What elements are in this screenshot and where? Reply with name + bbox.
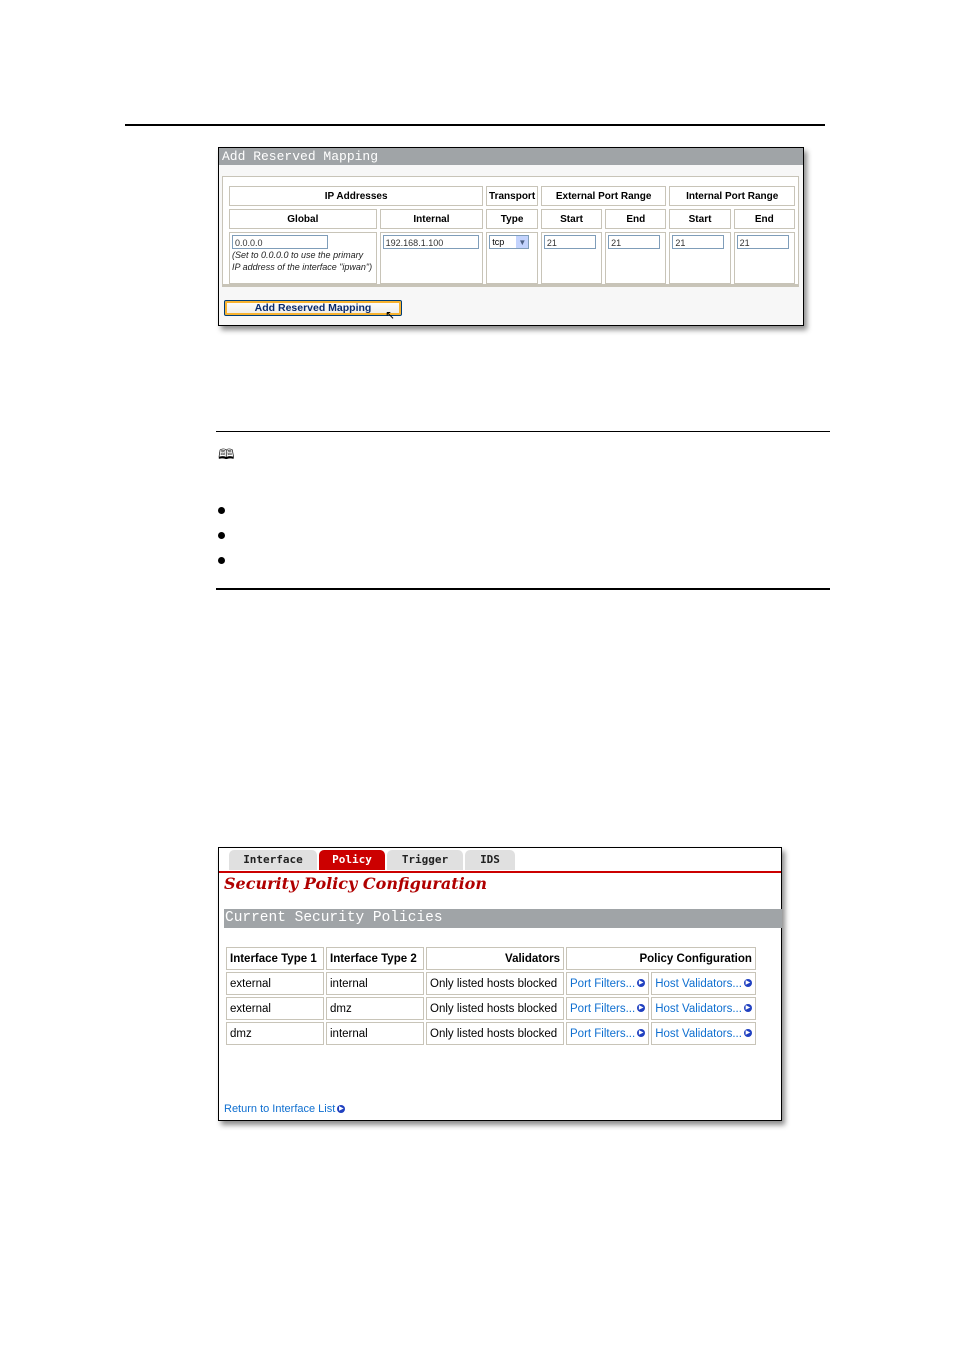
tab-trigger[interactable]: Trigger: [387, 850, 463, 870]
type-cell: tcp ▼: [486, 232, 538, 284]
port-filters-cell: Port Filters... ▶: [566, 997, 650, 1020]
note-bottom-rule: [216, 588, 830, 590]
int-start-cell: 21: [669, 232, 731, 284]
header-int-end: End: [733, 209, 795, 229]
global-note: (Set to 0.0.0.0 to use the primary IP ad…: [232, 250, 373, 272]
validators-cell: Only listed hosts blocked: [426, 972, 564, 995]
tab-interface[interactable]: Interface: [229, 850, 317, 870]
col-interface-type-1: Interface Type 1: [226, 947, 324, 970]
col-validators: Validators: [426, 947, 564, 970]
col-interface-type-2: Interface Type 2: [326, 947, 424, 970]
section-title: Add Reserved Mapping: [219, 148, 803, 165]
arrow-circle-icon[interactable]: ▶: [743, 979, 752, 988]
arrow-circle-icon[interactable]: ▶: [743, 1029, 752, 1038]
transport-type-select[interactable]: tcp ▼: [489, 235, 530, 249]
type1-cell: dmz: [226, 1022, 324, 1045]
type1-cell: external: [226, 972, 324, 995]
host-validators-cell: Host Validators... ▶: [651, 997, 756, 1020]
security-policy-screenshot: Interface Policy Trigger IDS Security Po…: [218, 847, 782, 1121]
policies-table: Interface Type 1 Interface Type 2 Valida…: [224, 945, 758, 1047]
tab-bar: Interface Policy Trigger IDS: [229, 850, 515, 870]
host-validators-link[interactable]: Host Validators...: [655, 978, 742, 990]
book-icon: 🕮: [218, 446, 235, 462]
header-ext-end: End: [605, 209, 667, 229]
mapping-form-panel: IP Addresses Transport External Port Ran…: [222, 176, 799, 287]
header-external-port-range: External Port Range: [540, 186, 667, 206]
table-row: external dmz Only listed hosts blocked P…: [226, 997, 756, 1020]
arrow-circle-icon[interactable]: ▶: [637, 979, 646, 988]
transport-type-value: tcp: [492, 237, 505, 247]
int-end-cell: 21: [733, 232, 795, 284]
port-filters-cell: Port Filters... ▶: [566, 1022, 650, 1045]
validators-cell: Only listed hosts blocked: [426, 1022, 564, 1045]
arrow-circle-icon[interactable]: ▶: [743, 1004, 752, 1013]
type2-cell: dmz: [326, 997, 424, 1020]
port-filters-link[interactable]: Port Filters...: [570, 1028, 635, 1040]
type1-cell: external: [226, 997, 324, 1020]
table-row: external internal Only listed hosts bloc…: [226, 972, 756, 995]
type2-cell: internal: [326, 1022, 424, 1045]
page-top-rule: [125, 124, 825, 126]
port-filters-link[interactable]: Port Filters...: [570, 1003, 635, 1015]
table-row: dmz internal Only listed hosts blocked P…: [226, 1022, 756, 1045]
type2-cell: internal: [326, 972, 424, 995]
int-start-input[interactable]: 21: [672, 235, 725, 249]
bullet-1: [218, 507, 225, 514]
ext-start-cell: 21: [540, 232, 603, 284]
header-internal: Internal: [379, 209, 484, 229]
global-ip-input[interactable]: 0.0.0.0: [232, 235, 328, 249]
arrow-circle-icon[interactable]: ▶: [337, 1105, 346, 1114]
host-validators-link[interactable]: Host Validators...: [655, 1003, 742, 1015]
return-link-label[interactable]: Return to Interface List: [224, 1103, 335, 1115]
bullet-3: [218, 557, 225, 564]
ext-end-input[interactable]: 21: [608, 235, 661, 249]
page-title: Security Policy Configuration: [224, 874, 487, 893]
arrow-circle-icon[interactable]: ▶: [637, 1029, 646, 1038]
tab-underline: [219, 871, 781, 873]
header-type: Type: [486, 209, 538, 229]
validators-cell: Only listed hosts blocked: [426, 997, 564, 1020]
col-policy-configuration: Policy Configuration: [566, 947, 756, 970]
host-validators-link[interactable]: Host Validators...: [655, 1028, 742, 1040]
port-filters-link[interactable]: Port Filters...: [570, 978, 635, 990]
section-title: Current Security Policies: [224, 909, 782, 928]
internal-cell: 192.168.1.100: [379, 232, 484, 284]
internal-ip-input[interactable]: 192.168.1.100: [382, 235, 479, 249]
tab-policy[interactable]: Policy: [319, 850, 385, 870]
int-end-input[interactable]: 21: [736, 235, 789, 249]
host-validators-cell: Host Validators... ▶: [651, 972, 756, 995]
host-validators-cell: Host Validators... ▶: [651, 1022, 756, 1045]
note-top-rule: [216, 431, 830, 432]
header-transport: Transport: [486, 186, 538, 206]
header-internal-port-range: Internal Port Range: [669, 186, 795, 206]
ext-end-cell: 21: [605, 232, 667, 284]
bullet-2: [218, 532, 225, 539]
header-ext-start: Start: [540, 209, 603, 229]
mapping-table: IP Addresses Transport External Port Ran…: [226, 183, 798, 287]
chevron-down-icon[interactable]: ▼: [516, 236, 529, 248]
arrow-circle-icon[interactable]: ▶: [637, 1004, 646, 1013]
mouse-cursor-icon: ↖: [385, 308, 396, 322]
global-cell: 0.0.0.0 (Set to 0.0.0.0 to use the prima…: [229, 232, 377, 284]
add-reserved-mapping-button[interactable]: Add Reserved Mapping: [224, 300, 402, 316]
header-global: Global: [229, 209, 377, 229]
tab-ids[interactable]: IDS: [465, 850, 515, 870]
return-to-interface-list-link[interactable]: Return to Interface List ▶: [224, 1103, 346, 1115]
header-ip-addresses: IP Addresses: [229, 186, 484, 206]
header-int-start: Start: [669, 209, 731, 229]
port-filters-cell: Port Filters... ▶: [566, 972, 650, 995]
ext-start-input[interactable]: 21: [543, 235, 596, 249]
add-reserved-mapping-screenshot: Add Reserved Mapping IP Addresses Transp…: [218, 147, 804, 326]
